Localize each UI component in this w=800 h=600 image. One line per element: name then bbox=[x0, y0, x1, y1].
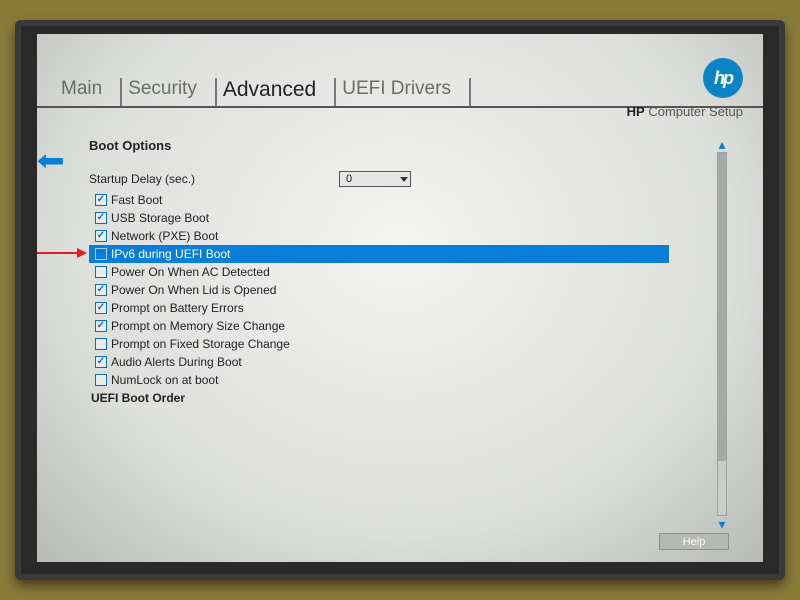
tab-main[interactable]: Main bbox=[55, 78, 120, 106]
option-label: Prompt on Memory Size Change bbox=[111, 319, 285, 333]
startup-delay-label: Startup Delay (sec.) bbox=[89, 172, 339, 186]
branding-area: hp HP Computer Setup bbox=[627, 58, 743, 119]
scrollbar-thumb[interactable] bbox=[718, 153, 726, 461]
bios-screen: Main Security Advanced UEFI Drivers hp H… bbox=[37, 34, 763, 562]
subtitle-rest: Computer Setup bbox=[645, 104, 743, 119]
checkbox-icon[interactable] bbox=[95, 320, 107, 332]
subtitle-bold: HP bbox=[627, 104, 645, 119]
tab-security[interactable]: Security bbox=[120, 78, 215, 106]
option-row[interactable]: Prompt on Battery Errors bbox=[89, 299, 729, 317]
scroll-up-icon[interactable]: ▴ bbox=[718, 138, 725, 150]
option-label: Prompt on Battery Errors bbox=[111, 301, 244, 315]
chevron-down-icon bbox=[400, 177, 408, 182]
option-row[interactable]: Network (PXE) Boot bbox=[89, 227, 729, 245]
option-label: USB Storage Boot bbox=[111, 211, 209, 225]
option-row[interactable]: USB Storage Boot bbox=[89, 209, 729, 227]
tab-uefi-drivers[interactable]: UEFI Drivers bbox=[334, 78, 469, 106]
app-subtitle: HP Computer Setup bbox=[627, 104, 743, 119]
checkbox-icon[interactable] bbox=[95, 230, 107, 242]
annotation-arrow-icon bbox=[37, 252, 85, 254]
startup-delay-row: Startup Delay (sec.) 0 bbox=[89, 171, 729, 187]
option-label: Fast Boot bbox=[111, 193, 162, 207]
option-row[interactable]: NumLock on at boot bbox=[89, 371, 729, 389]
option-label: Network (PXE) Boot bbox=[111, 229, 218, 243]
options-list: Fast Boot USB Storage Boot Network (PXE) B… bbox=[89, 191, 729, 389]
option-label: Power On When Lid is Opened bbox=[111, 283, 276, 297]
option-label: NumLock on at boot bbox=[111, 373, 218, 387]
checkbox-icon[interactable] bbox=[95, 194, 107, 206]
option-row[interactable]: Power On When Lid is Opened bbox=[89, 281, 729, 299]
uefi-boot-order-label: UEFI Boot Order bbox=[91, 391, 185, 405]
option-row[interactable]: Prompt on Fixed Storage Change bbox=[89, 335, 729, 353]
option-row[interactable]: Power On When AC Detected bbox=[89, 263, 729, 281]
option-row[interactable]: Prompt on Memory Size Change bbox=[89, 317, 729, 335]
hp-logo-icon: hp bbox=[703, 58, 743, 98]
checkbox-icon[interactable] bbox=[95, 356, 107, 368]
tab-bar: Main Security Advanced UEFI Drivers hp H… bbox=[37, 34, 763, 108]
back-arrow-icon[interactable]: ⬅ bbox=[37, 144, 65, 177]
content-area: Boot Options Startup Delay (sec.) 0 Fast… bbox=[89, 138, 729, 550]
checkbox-icon[interactable] bbox=[95, 248, 107, 260]
tab-advanced[interactable]: Advanced bbox=[215, 78, 334, 106]
startup-delay-dropdown[interactable]: 0 bbox=[339, 171, 411, 187]
option-row[interactable]: Fast Boot bbox=[89, 191, 729, 209]
uefi-boot-order-row[interactable]: UEFI Boot Order bbox=[89, 389, 729, 407]
option-label: Power On When AC Detected bbox=[111, 265, 270, 279]
checkbox-icon[interactable] bbox=[95, 266, 107, 278]
startup-delay-value: 0 bbox=[346, 173, 352, 185]
scrollbar[interactable]: ▴ ▾ bbox=[715, 138, 729, 530]
option-label: Prompt on Fixed Storage Change bbox=[111, 337, 290, 351]
checkbox-icon[interactable] bbox=[95, 374, 107, 386]
checkbox-icon[interactable] bbox=[95, 338, 107, 350]
checkbox-icon[interactable] bbox=[95, 284, 107, 296]
option-label: Audio Alerts During Boot bbox=[111, 355, 242, 369]
option-label: IPv6 during UEFI Boot bbox=[111, 247, 230, 261]
option-row[interactable]: Audio Alerts During Boot bbox=[89, 353, 729, 371]
tab-end-divider bbox=[469, 78, 471, 106]
checkbox-icon[interactable] bbox=[95, 212, 107, 224]
laptop-bezel: Main Security Advanced UEFI Drivers hp H… bbox=[15, 20, 785, 580]
scrollbar-track[interactable] bbox=[717, 152, 727, 516]
scroll-down-icon[interactable]: ▾ bbox=[718, 518, 725, 530]
help-button[interactable]: Help bbox=[659, 533, 729, 550]
option-row[interactable]: IPv6 during UEFI Boot bbox=[89, 245, 669, 263]
section-title: Boot Options bbox=[89, 138, 729, 153]
checkbox-icon[interactable] bbox=[95, 302, 107, 314]
